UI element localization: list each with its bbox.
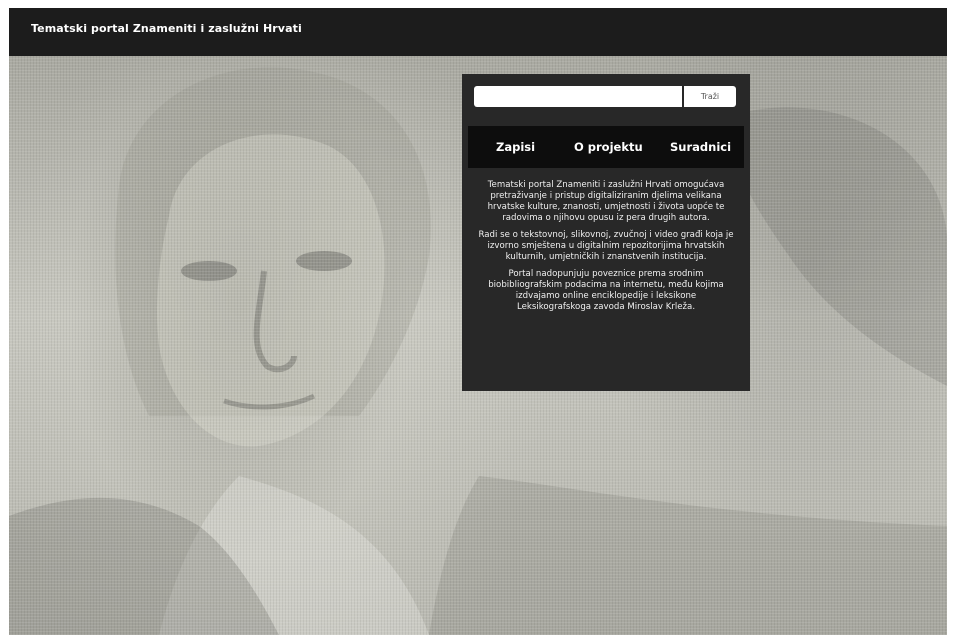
info-panel: Traži Zapisi O projektu Suradnici Temats… [462,74,750,391]
portal-description: Tematski portal Znameniti i zaslužni Hrv… [478,180,734,319]
page-frame: Tematski portal Znameniti i zaslužni Hrv… [9,8,947,635]
nav-item-zapisi[interactable]: Zapisi [496,140,535,154]
description-paragraph: Portal nadopunjuju poveznice prema srodn… [488,269,724,312]
search-input[interactable] [474,86,682,107]
main-nav: Zapisi O projektu Suradnici [468,126,744,168]
nav-item-o-projektu[interactable]: O projektu [574,140,643,154]
search-button[interactable]: Traži [684,86,736,107]
description-paragraph: Radi se o tekstovnoj, slikovnoj, zvučnoj… [478,230,734,262]
nav-item-suradnici[interactable]: Suradnici [670,140,731,154]
description-paragraph: Tematski portal Znameniti i zaslužni Hrv… [487,180,725,223]
site-title[interactable]: Tematski portal Znameniti i zaslužni Hrv… [31,22,302,35]
top-bar: Tematski portal Znameniti i zaslužni Hrv… [9,8,947,56]
